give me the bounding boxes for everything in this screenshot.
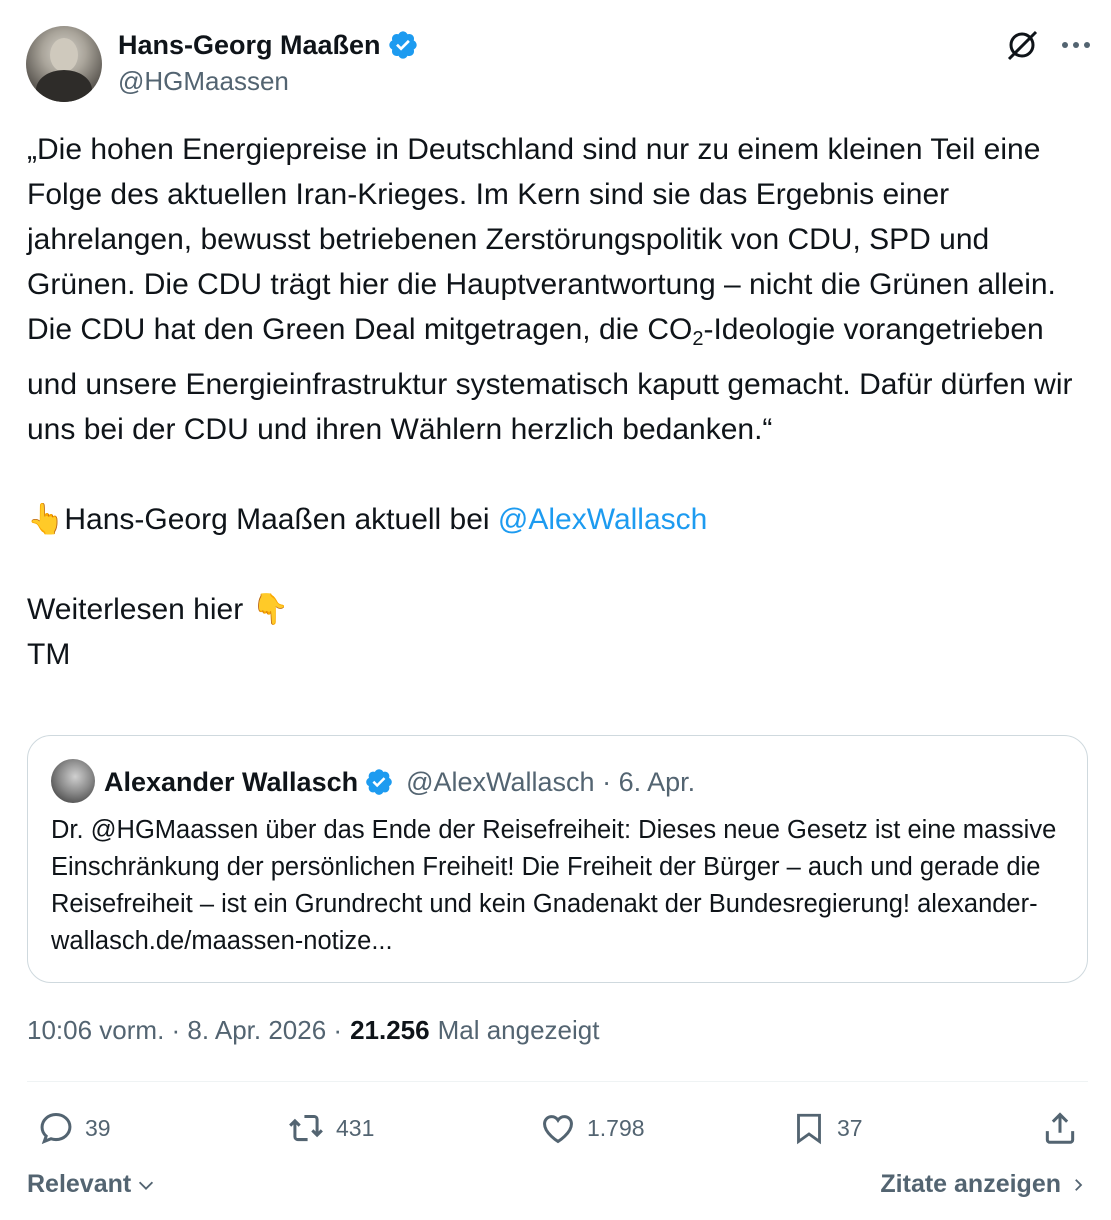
author-avatar[interactable] <box>26 26 102 102</box>
like-count: 1.798 <box>587 1114 645 1141</box>
quoted-display-name[interactable]: Alexander Wallasch <box>104 767 358 798</box>
chevron-right-icon <box>1075 1178 1083 1191</box>
quoted-text: Dr. @HGMaassen über das Ende der Reisefr… <box>51 816 1057 955</box>
grok-glyph <box>1007 30 1038 61</box>
quoted-verified-badge-icon <box>366 769 392 795</box>
bookmark-count: 37 <box>837 1114 863 1141</box>
repost-icon <box>289 1114 323 1142</box>
action-bar: 39 431 1.798 37 <box>0 1105 1111 1153</box>
heart-icon <box>543 1115 573 1144</box>
avatar-head-shape <box>50 38 78 72</box>
pointing-down-emoji: 👇 <box>251 593 289 626</box>
quoted-header: Alexander Wallasch @AlexWallasch · 6. Ap… <box>104 764 695 800</box>
author-display-name[interactable]: Hans-Georg Maaßen <box>118 30 381 61</box>
co2-subscript: 2 <box>692 328 704 350</box>
view-count-label: Mal angezeigt <box>437 1015 600 1045</box>
tweet-timestamp[interactable]: 10:06 vorm. · 8. Apr. 2026 · <box>27 1015 342 1046</box>
quoted-author-avatar[interactable] <box>51 759 95 803</box>
bookmark-button[interactable]: 37 <box>791 1109 863 1147</box>
sort-replies-dropdown[interactable]: Relevant <box>27 1170 157 1199</box>
reply-button[interactable]: 39 <box>37 1109 111 1147</box>
repost-button[interactable]: 431 <box>286 1109 374 1147</box>
author-handle[interactable]: @HGMaassen <box>118 66 289 97</box>
view-quotes-link[interactable]: Zitate anzeigen <box>880 1170 1087 1199</box>
reply-count: 39 <box>85 1114 111 1141</box>
view-quotes-label: Zitate anzeigen <box>880 1170 1061 1198</box>
like-button[interactable]: 1.798 <box>539 1109 645 1147</box>
grok-icon[interactable] <box>1005 28 1039 62</box>
view-count: 21.256 <box>350 1015 430 1045</box>
tweet-paragraph-2: Hans-Georg Maaßen aktuell bei <box>64 503 498 536</box>
tweet-metadata: 10:06 vorm. · 8. Apr. 2026 · 21.256 Mal … <box>27 1015 599 1046</box>
quoted-handle-date: @AlexWallasch · 6. Apr. <box>406 766 696 797</box>
pointing-up-emoji: 👆 <box>27 503 65 536</box>
quoted-tweet-card[interactable]: Alexander Wallasch @AlexWallasch · 6. Ap… <box>27 735 1088 983</box>
tweet-text: „Die hohen Energiepreise in Deutschland … <box>27 127 1097 677</box>
tweet-paragraph-3: Weiterlesen hier <box>27 593 252 626</box>
top-right-actions <box>1005 28 1091 62</box>
more-options-icon[interactable] <box>1061 40 1091 50</box>
verified-badge-icon <box>388 31 417 59</box>
share-button[interactable] <box>1041 1109 1079 1147</box>
avatar-body-shape <box>36 70 92 102</box>
author-name-row: Hans-Georg Maaßen <box>118 28 419 62</box>
repost-count: 431 <box>336 1114 375 1141</box>
share-icon <box>1045 1112 1075 1144</box>
chevron-down-icon <box>139 1181 154 1190</box>
tweet-signature: TM <box>27 638 71 671</box>
sort-label: Relevant <box>27 1170 132 1198</box>
divider <box>27 1081 1088 1082</box>
mention-link[interactable]: @AlexWallasch <box>498 503 707 536</box>
bookmark-icon <box>797 1113 821 1145</box>
reply-icon <box>40 1113 72 1145</box>
more-dots-glyph <box>1062 42 1090 48</box>
